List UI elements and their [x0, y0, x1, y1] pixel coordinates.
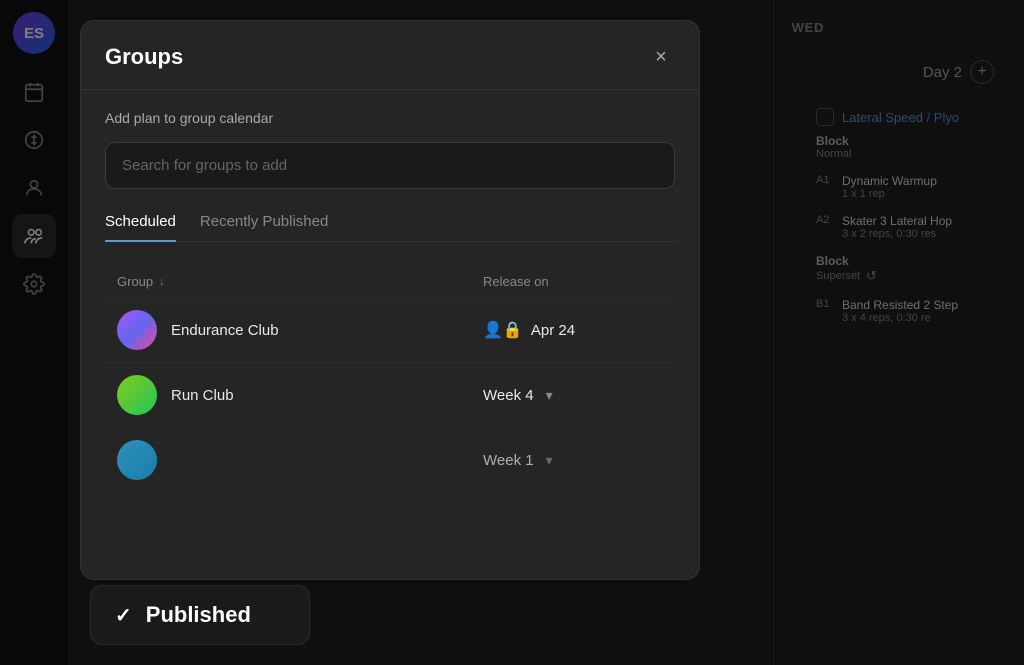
group-name-endurance: Endurance Club [171, 322, 483, 339]
published-bar: ✓ Published [90, 585, 310, 645]
group-release-run: Week 4 ▾ [483, 387, 663, 404]
group-row-partial[interactable]: Week 1 ▾ [105, 427, 675, 492]
group-release-partial: Week 1 ▾ [483, 452, 663, 469]
published-label: Published [146, 602, 251, 628]
sort-arrow-icon[interactable]: ↓ [159, 276, 165, 288]
tabs: Scheduled Recently Published [105, 213, 675, 242]
tab-recently-published[interactable]: Recently Published [200, 213, 328, 242]
search-input[interactable] [105, 142, 675, 189]
published-check-icon: ✓ [115, 603, 132, 628]
modal-title: Groups [105, 44, 183, 70]
group-row-endurance[interactable]: Endurance Club 👤🔒 Apr 24 [105, 297, 675, 362]
tab-scheduled[interactable]: Scheduled [105, 213, 176, 242]
dropdown-arrow-icon[interactable]: ▾ [546, 387, 553, 404]
group-row-run[interactable]: Run Club Week 4 ▾ [105, 362, 675, 427]
group-avatar-endurance [117, 310, 157, 350]
col-release-header: Release on [483, 274, 663, 289]
group-avatar-run [117, 375, 157, 415]
group-release-week-partial: Week 1 [483, 452, 534, 469]
release-person-lock-icon: 👤🔒 [483, 320, 523, 340]
modal-close-button[interactable]: × [647, 43, 675, 71]
groups-modal: Groups × Add plan to group calendar Sche… [80, 20, 700, 580]
modal-header: Groups × [81, 21, 699, 90]
modal-body: Add plan to group calendar Scheduled Rec… [81, 90, 699, 512]
table-header: Group ↓ Release on [105, 266, 675, 297]
group-release-date-endurance: Apr 24 [531, 322, 575, 339]
group-release-endurance: 👤🔒 Apr 24 [483, 320, 663, 340]
group-avatar-partial [117, 440, 157, 480]
modal-subtitle: Add plan to group calendar [105, 110, 675, 126]
col-group-header: Group ↓ [117, 274, 475, 289]
group-name-run: Run Club [171, 387, 483, 404]
group-release-week-run: Week 4 [483, 387, 534, 404]
search-container [105, 142, 675, 189]
dropdown-arrow-icon-2[interactable]: ▾ [546, 452, 553, 469]
